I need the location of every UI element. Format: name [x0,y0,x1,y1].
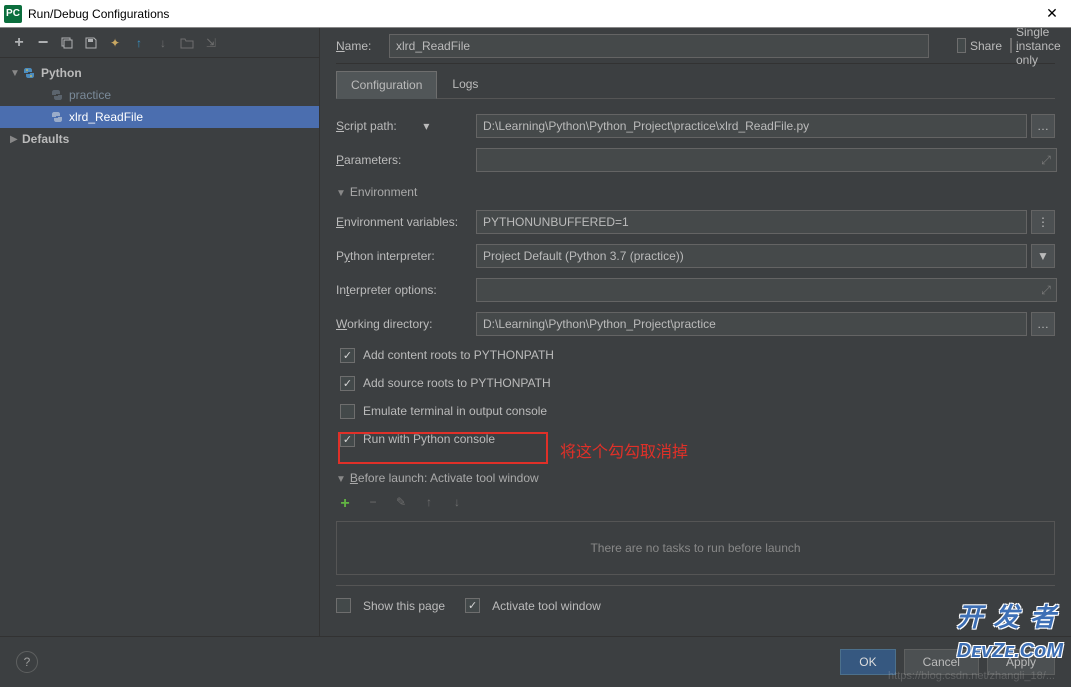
before-launch-toolbar: + − ✎ ↑ ↓ [336,491,1055,521]
interpopt-label: Interpreter options: [336,283,476,297]
environment-header[interactable]: ▼Environment [336,185,1055,199]
collapse-icon[interactable]: ⇲ [202,34,220,52]
caret-down-icon: ▼ [336,188,346,199]
content-panel: Name: Share Single instance only Configu… [320,28,1071,636]
interpopt-input[interactable] [476,278,1057,302]
ok-button[interactable]: OK [840,649,895,675]
envvars-input[interactable] [476,210,1027,234]
down-icon: ↓ [154,34,172,52]
share-checkbox[interactable]: Share [957,38,1002,53]
bottom-options: Show this page Activate tool window [336,585,1055,619]
tree-defaults-label: Defaults [22,132,69,146]
single-instance-checkbox[interactable]: Single instance only [1010,28,1055,67]
add-source-roots-checkbox[interactable] [340,376,355,391]
tree-defaults[interactable]: ▶ Defaults [0,128,319,150]
dropdown-button[interactable]: ▼ [1031,244,1055,268]
checkbox-icon [1010,38,1012,53]
script-path-input[interactable] [476,114,1027,138]
checkbox-label: Add source roots to PYTHONPATH [363,376,551,390]
checkbox-label: Emulate terminal in output console [363,404,547,418]
caret-down-icon: ▼ [336,474,346,485]
add-content-roots-checkbox[interactable] [340,348,355,363]
tree-item-label: practice [69,88,111,102]
browse-button[interactable]: … [1031,312,1055,336]
run-python-console-checkbox[interactable] [340,432,355,447]
copy-icon[interactable] [58,34,76,52]
envvars-label: Environment variables: [336,215,476,229]
chevron-right-icon: ▶ [10,134,22,145]
script-path-label: Script path: ▾ [336,119,476,133]
browse-button[interactable]: … [1031,114,1055,138]
close-icon[interactable]: ✕ [1037,5,1067,22]
python-file-icon [50,110,64,124]
tree-root-label: Python [41,66,82,80]
config-form: Script path: ▾ … Parameters: ⤢ ▼Environm… [336,99,1055,629]
checkbox-icon [957,38,966,53]
apply-button[interactable]: Apply [987,649,1055,675]
tree-item-xlrd[interactable]: xlrd_ReadFile [0,106,319,128]
tree-item-practice[interactable]: practice [0,84,319,106]
help-button[interactable]: ? [16,651,38,673]
remove-config-icon[interactable]: − [34,34,52,52]
chevron-down-icon: ▼ [10,68,22,79]
config-tree: ▼ Python practice xlrd_ReadFile ▶ [0,58,319,636]
name-input[interactable] [389,34,929,58]
envvars-edit-button[interactable]: ⋮ [1031,210,1055,234]
no-tasks-label: There are no tasks to run before launch [590,541,800,555]
main-area: + − ✦ ↑ ↓ ⇲ ▼ Python [0,28,1071,636]
annotation-text: 将这个勾勾取消掉 [560,438,688,462]
edit-task-icon: ✎ [392,495,410,513]
titlebar: PC Run/Debug Configurations ✕ [0,0,1071,28]
remove-task-icon: − [364,495,382,513]
tree-python-root[interactable]: ▼ Python [0,62,319,84]
tabs: Configuration Logs [336,70,1055,99]
footer: ? OK Cancel Apply https://blog.csdn.net/… [0,636,1071,686]
expand-field-icon[interactable]: ⤢ [1037,283,1055,298]
checkbox-label: Run with Python console [363,432,495,446]
tab-configuration[interactable]: Configuration [336,71,437,99]
save-icon[interactable] [82,34,100,52]
python-file-icon [50,88,64,102]
folder-icon[interactable] [178,34,196,52]
wrench-icon[interactable]: ✦ [106,34,124,52]
name-row: Name: Share Single instance only [336,34,1055,64]
activate-tool-window-checkbox[interactable] [465,598,480,613]
window-title: Run/Debug Configurations [28,7,1037,21]
sidebar: + − ✦ ↑ ↓ ⇲ ▼ Python [0,28,320,636]
checkbox-label: Add content roots to PYTHONPATH [363,348,554,362]
down-task-icon: ↓ [448,495,466,513]
checkbox-label: Show this page [363,599,445,613]
expand-field-icon[interactable]: ⤢ [1037,153,1055,168]
up-icon[interactable]: ↑ [130,34,148,52]
python-icon [22,66,36,80]
name-label: Name: [336,39,381,53]
checkbox-label: Activate tool window [492,599,601,613]
add-config-icon[interactable]: + [10,34,28,52]
cancel-button[interactable]: Cancel [904,649,979,675]
pycharm-icon: PC [4,5,22,23]
emulate-terminal-checkbox[interactable] [340,404,355,419]
show-page-checkbox[interactable] [336,598,351,613]
workdir-input[interactable] [476,312,1027,336]
up-task-icon: ↑ [420,495,438,513]
workdir-label: Working directory: [336,317,476,331]
sidebar-toolbar: + − ✦ ↑ ↓ ⇲ [0,28,319,58]
add-task-icon[interactable]: + [336,495,354,513]
tree-item-label: xlrd_ReadFile [69,110,143,124]
before-launch-list: There are no tasks to run before launch [336,521,1055,575]
parameters-label: Parameters: [336,153,476,167]
before-launch-header[interactable]: ▼Before launch: Activate tool window [336,471,1055,485]
interpreter-select[interactable] [476,244,1027,268]
tab-logs[interactable]: Logs [437,70,493,98]
interpreter-label: Python interpreter: [336,249,476,263]
parameters-input[interactable] [476,148,1057,172]
